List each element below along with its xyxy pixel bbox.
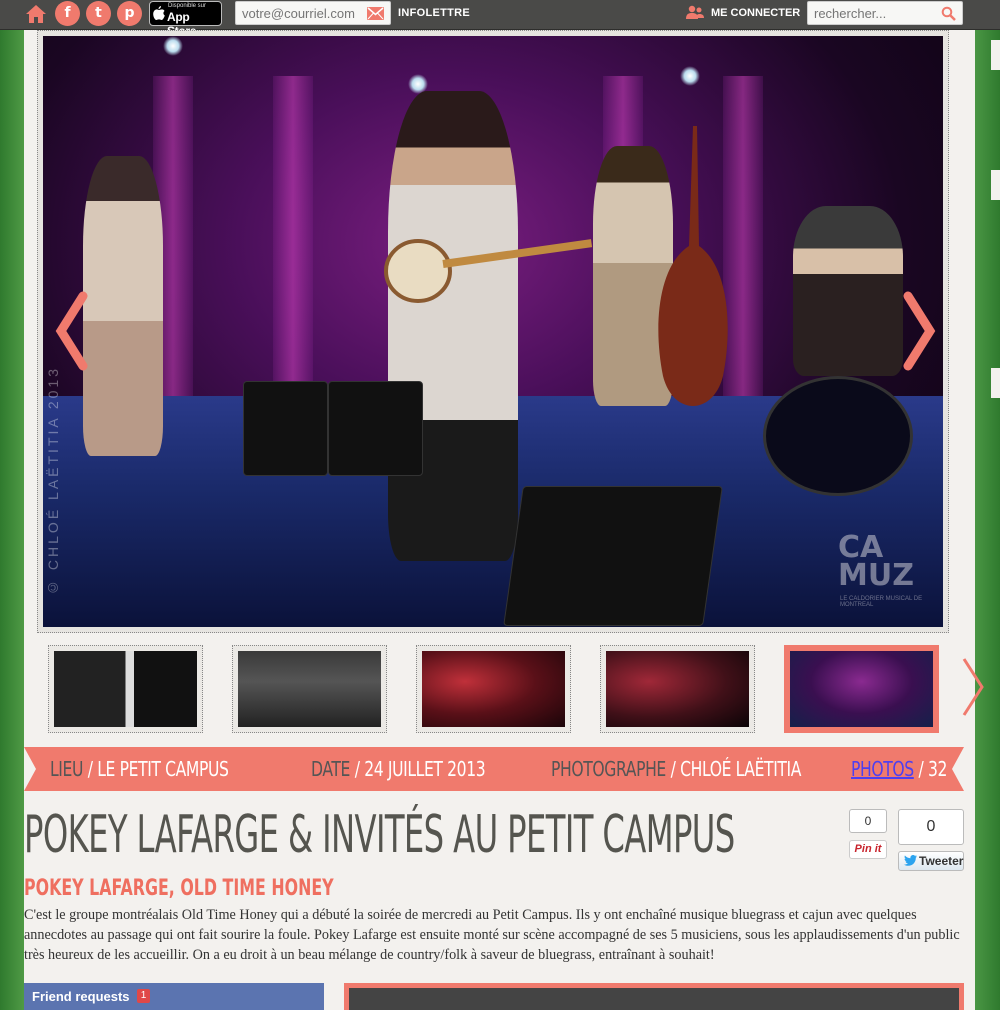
- artist-link[interactable]: POKEY LAFARGE: [24, 876, 169, 901]
- media-panel: [344, 983, 964, 1010]
- drummer: [793, 206, 903, 376]
- stage-monitor: [243, 381, 328, 476]
- facebook-icon[interactable]: f: [55, 1, 80, 26]
- thumbnail[interactable]: [600, 645, 755, 733]
- camuz-subtitle: LE CALDORIER MUSICAL DE MONTREAL: [840, 596, 923, 608]
- stage-light: [680, 66, 700, 86]
- thumbs-next-arrow-icon[interactable]: [958, 655, 986, 719]
- photographer-label: PHOTOGRAPHE: [551, 757, 666, 781]
- date-info: DATE/24 JUILLET 2013: [311, 757, 486, 781]
- pinterest-icon[interactable]: p: [117, 1, 142, 26]
- side-tab: [991, 170, 1000, 200]
- date-label: DATE: [311, 757, 351, 781]
- thumbnail[interactable]: [416, 645, 571, 733]
- photos-count: 32: [928, 757, 948, 781]
- photographer-info: PHOTOGRAPHE / CHLOÉ LAËTITIA: [551, 757, 802, 781]
- tweet-count: 0: [898, 809, 964, 845]
- pin-it-button[interactable]: Pin it: [849, 840, 887, 859]
- violinist: [83, 156, 163, 456]
- search-icon[interactable]: [941, 6, 956, 21]
- twitter-bird-icon: [904, 855, 917, 866]
- artist-link[interactable]: OLD TIME HONEY: [180, 876, 333, 901]
- stage-monitor: [328, 381, 423, 476]
- media-panel-inner: [349, 988, 959, 1010]
- apple-icon: [153, 6, 165, 20]
- friend-requests-badge: 1: [137, 989, 150, 1003]
- search-input[interactable]: [808, 2, 933, 24]
- thumbnail[interactable]: [232, 645, 387, 733]
- top-bar: f t p Disponible sur App Store INFOLETTR…: [0, 0, 1000, 38]
- friend-requests-label: Friend requests: [32, 989, 130, 1004]
- double-bass-icon: [658, 126, 728, 406]
- camuz-logo-line2: MUZ: [838, 558, 914, 593]
- photos-info: PHOTOS/32: [851, 757, 948, 781]
- camuz-logo: CA MUZ: [838, 533, 914, 593]
- user-icon: [686, 5, 704, 19]
- main-photo-frame: © CHLOÉ LAËTITIA 2013 CA MUZ LE CALDORIE…: [37, 30, 949, 633]
- home-icon[interactable]: [24, 2, 48, 26]
- twitter-icon[interactable]: t: [86, 1, 111, 26]
- artist-links: POKEY LAFARGE, OLD TIME HONEY: [24, 876, 334, 901]
- thumb-poster: [54, 651, 197, 727]
- page-title: POKEY LAFARGE & INVITÉS AU PETIT CAMPUS: [24, 805, 735, 865]
- photos-link[interactable]: PHOTOS: [851, 757, 914, 781]
- side-tab: [991, 40, 1000, 70]
- thumb-group: [238, 651, 381, 727]
- stage-monitor: [503, 486, 723, 626]
- article-body: C'est le groupe montréalais Old Time Hon…: [24, 907, 960, 963]
- next-arrow-icon[interactable]: [898, 291, 938, 371]
- prev-arrow-icon[interactable]: [53, 291, 93, 371]
- venue-label: LIEU: [50, 757, 84, 781]
- venue-info: LIEU / LE PETIT CAMPUS: [50, 757, 229, 781]
- thumb-band-blue: [790, 651, 933, 727]
- banjo-icon: [384, 239, 593, 303]
- pin-count: 0: [849, 809, 887, 833]
- date-value: 24 JUILLET 2013: [364, 757, 486, 781]
- thumb-drummer: [606, 651, 749, 727]
- thumb-stage-red: [422, 651, 565, 727]
- newsletter-link[interactable]: INFOLETTRE: [398, 7, 470, 19]
- curtain: [273, 76, 313, 406]
- tweet-button[interactable]: Tweeter: [898, 851, 964, 871]
- side-tab: [991, 368, 1000, 398]
- appstore-small-text: Disponible sur: [168, 3, 207, 9]
- stage-light: [163, 36, 183, 56]
- venue-value: LE PETIT CAMPUS: [97, 757, 229, 781]
- concert-photo: © CHLOÉ LAËTITIA 2013 CA MUZ LE CALDORIE…: [43, 36, 943, 627]
- thumbnail-strip: [48, 645, 988, 735]
- search-field: [807, 1, 963, 25]
- tweet-label: Tweeter: [919, 854, 964, 868]
- thumbnail[interactable]: [48, 645, 203, 733]
- email-input[interactable]: [236, 2, 361, 24]
- thumbnail-active[interactable]: [784, 645, 939, 733]
- mail-icon[interactable]: [367, 7, 384, 20]
- app-store-badge[interactable]: Disponible sur App Store: [149, 1, 222, 38]
- bass-drum: [763, 376, 913, 496]
- friend-requests-bar[interactable]: Friend requests 1: [24, 983, 324, 1010]
- photo-credit-watermark: © CHLOÉ LAËTITIA 2013: [45, 366, 61, 596]
- singer-banjo: [388, 91, 518, 561]
- newsletter-email-field: [235, 1, 391, 25]
- photographer-value: CHLOÉ LAËTITIA: [680, 757, 802, 781]
- login-link[interactable]: ME CONNECTER: [711, 7, 800, 19]
